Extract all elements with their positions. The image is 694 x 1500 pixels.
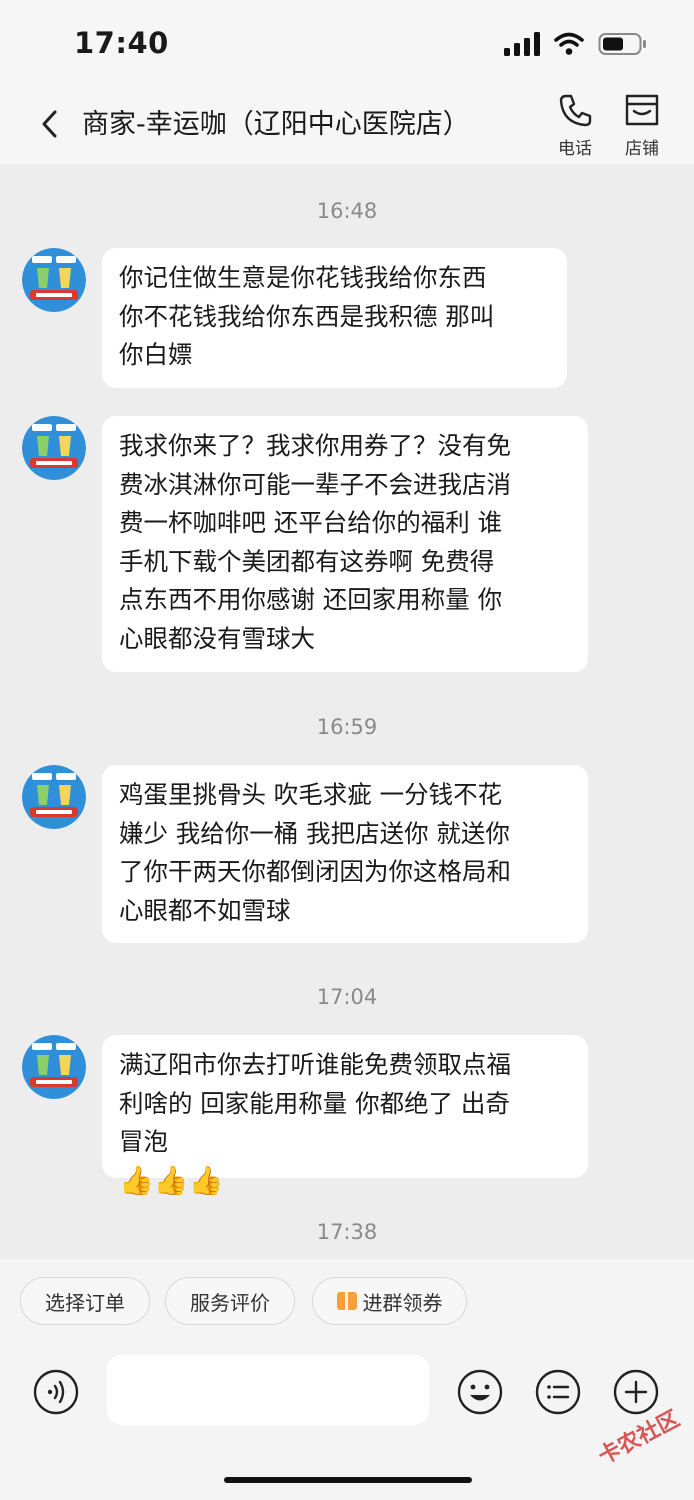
- message-input[interactable]: [107, 1355, 429, 1425]
- message-bubble[interactable]: 你记住做生意是你花钱我给你东西 你不花钱我给你东西是我积德 那叫 你白嫖: [102, 248, 567, 388]
- message-line: 费冰淇淋你可能一辈子不会进我店消: [119, 469, 511, 499]
- quick-reply-button[interactable]: [535, 1369, 581, 1415]
- message-line: 你白嫖: [119, 340, 193, 369]
- status-time: 17:40: [74, 26, 169, 60]
- service-rating-button[interactable]: 服务评价: [165, 1277, 295, 1325]
- message-line: 费一杯咖啡吧 还平台给你的福利 谁: [119, 508, 503, 537]
- join-group-coupon-button[interactable]: 进群领券: [312, 1277, 467, 1325]
- timestamp: 17:38: [316, 1220, 378, 1244]
- service-rating-label: 服务评价: [190, 1290, 270, 1315]
- phone-button[interactable]: 电话: [545, 92, 605, 162]
- message-line-with-emoji: 冒泡 👍👍👍: [119, 1123, 570, 1200]
- status-icons: [504, 32, 648, 56]
- chevron-left-icon: [42, 110, 57, 138]
- merchant-avatar[interactable]: [22, 1035, 86, 1099]
- status-bar: 17:40: [0, 0, 694, 86]
- coupon-icon: [336, 1292, 357, 1310]
- message-bubble[interactable]: 满辽阳市你去打听谁能免费领取点福 利啥的 回家能用称量 你都绝了 出奇 冒泡 👍👍…: [102, 1035, 588, 1197]
- message-line: 满辽阳市你去打听谁能免费领取点福: [119, 1050, 511, 1079]
- thumbs-up-emoji: 👍👍👍: [119, 1163, 224, 1197]
- message-line: 心眼都没有雪球大: [119, 623, 315, 653]
- merchant-avatar[interactable]: [22, 765, 86, 829]
- merchant-avatar[interactable]: [22, 416, 86, 480]
- message-line: 了你干两天你都倒闭因为你这格局和: [119, 857, 511, 886]
- message-line: 点东西不用你感谢 还回家用称量 你: [119, 585, 503, 614]
- timestamp: 16:59: [316, 715, 378, 739]
- message-line: 利啥的 回家能用称量 你都绝了 出奇: [119, 1088, 510, 1118]
- message-line: 嫌少 我给你一桶 我把店送你 就送你: [119, 818, 510, 848]
- bottom-bar: 选择订单 服务评价 进群领券: [0, 1259, 694, 1500]
- merchant-avatar[interactable]: [22, 248, 86, 312]
- message-line: 鸡蛋里挑骨头 吹毛求疵 一分钱不花: [119, 780, 503, 809]
- message-line: 心眼都不如雪球: [119, 895, 291, 925]
- emoji-button[interactable]: [457, 1369, 503, 1415]
- home-indicator: [224, 1477, 472, 1483]
- chat-header: 商家-幸运咖（辽阳中心医院店） 电话 店铺: [0, 86, 694, 164]
- message-line: 手机下载个美团都有这券啊 免费得: [119, 546, 495, 576]
- phone-label: 电话: [558, 139, 592, 159]
- signal-icon: [504, 32, 540, 56]
- shop-icon: [625, 94, 659, 126]
- voice-icon: [33, 1369, 79, 1415]
- list-icon: [535, 1369, 581, 1415]
- message-bubble[interactable]: 鸡蛋里挑骨头 吹毛求疵 一分钱不花 嫌少 我给你一桶 我把店送你 就送你 了你干…: [102, 765, 588, 943]
- chat-title: 商家-幸运咖（辽阳中心医院店）: [82, 109, 470, 140]
- message-line: 你不花钱我给你东西是我积德 那叫: [119, 301, 495, 331]
- plus-icon: [613, 1369, 659, 1415]
- battery-icon: [598, 33, 646, 55]
- chat-message-list[interactable]: 16:48 你记住做生意是你花钱我给你东西 你不花钱我给你东西是我积德 那叫 你…: [0, 164, 694, 1259]
- timestamp: 16:48: [316, 199, 378, 223]
- message-bubble[interactable]: 我求你来了？我求你用券了？没有免 费冰淇淋你可能一辈子不会进我店消 费一杯咖啡吧…: [102, 416, 588, 672]
- wifi-icon: [554, 32, 584, 55]
- message-line: 冒泡: [119, 1127, 168, 1156]
- timestamp: 17:04: [316, 985, 378, 1009]
- more-button[interactable]: [613, 1369, 659, 1415]
- select-order-button[interactable]: 选择订单: [20, 1277, 150, 1325]
- phone-icon: [559, 94, 592, 127]
- shop-button[interactable]: 店铺: [612, 92, 672, 162]
- message-line: 我求你来了？我求你用券了？没有免: [119, 431, 511, 460]
- join-group-coupon-label: 进群领券: [362, 1290, 443, 1315]
- smiley-icon: [457, 1369, 503, 1415]
- voice-button[interactable]: [33, 1369, 79, 1415]
- select-order-label: 选择订单: [45, 1290, 125, 1315]
- shop-label: 店铺: [625, 139, 659, 159]
- back-button[interactable]: [30, 100, 70, 148]
- message-line: 你记住做生意是你花钱我给你东西: [119, 263, 487, 292]
